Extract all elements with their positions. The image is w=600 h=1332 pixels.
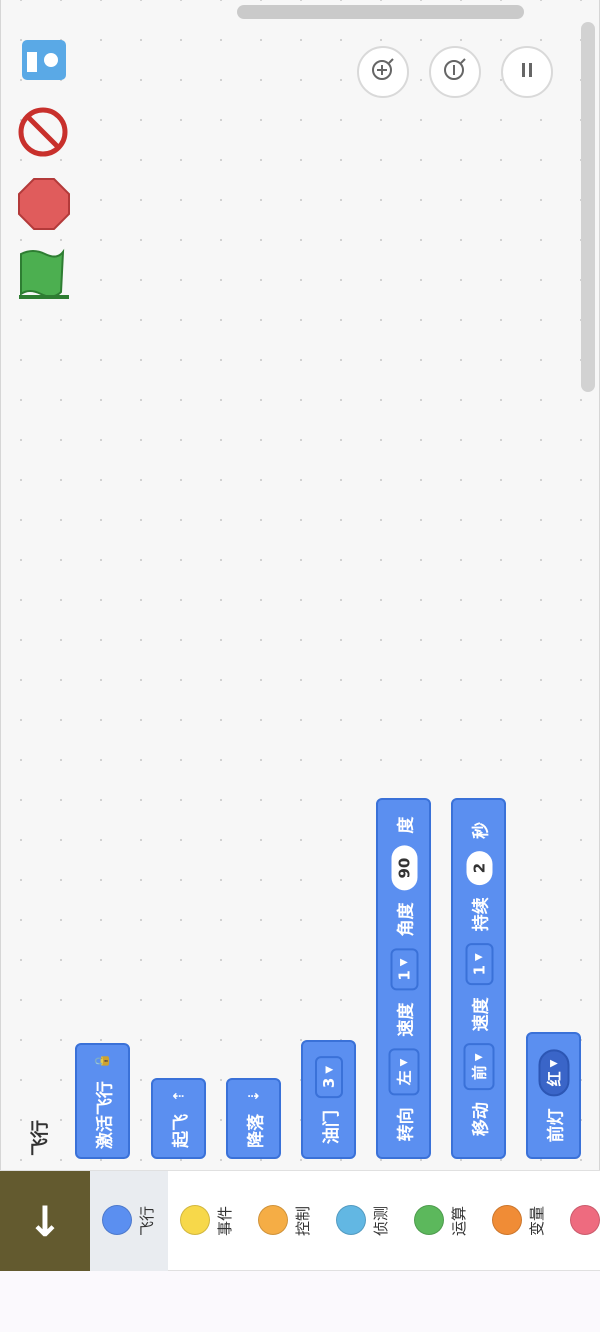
throttle-dropdown[interactable]: 3 ▼: [314, 1055, 343, 1098]
chevron-down-icon: ▼: [473, 952, 484, 961]
stop-icon[interactable]: [17, 177, 71, 235]
category-tab[interactable]: 飞行: [90, 1171, 168, 1271]
category-tab[interactable]: 变量: [480, 1171, 558, 1271]
vertical-scrollbar[interactable]: [581, 22, 595, 392]
throttle-value: 3: [319, 1077, 338, 1088]
move-block[interactable]: 移动 前 ▼ 速度 1 ▼ 持续 2 秒: [451, 798, 506, 1159]
unlock-icon: 🔓: [95, 1052, 110, 1070]
duration-label: 持续: [471, 896, 491, 931]
angle-input[interactable]: 90: [390, 845, 417, 891]
speed-label: 速度: [471, 996, 491, 1031]
block-label: 油门: [321, 1109, 341, 1144]
angle-unit: 度: [396, 816, 416, 834]
angle-label: 角度: [396, 902, 416, 937]
block-label: 降落: [246, 1113, 266, 1148]
category-label: [594, 1209, 600, 1233]
code-workspace[interactable]: 飞行 激活飞行 🔓 起飞 ⇡ 降落 ⇣ 油门 3 ▼ 转向 左 ▼ 速度 1 ▼…: [0, 0, 600, 1172]
turn-speed-dropdown[interactable]: 1 ▼: [389, 948, 418, 991]
block-label: 转向: [396, 1106, 416, 1141]
category-tab[interactable]: 侦测: [324, 1171, 402, 1271]
category-title: 飞行: [30, 1120, 51, 1156]
category-tab[interactable]: [558, 1171, 600, 1271]
prohibit-icon[interactable]: [17, 106, 69, 162]
land-icon: ⇣: [245, 1089, 262, 1102]
category-label: 控制: [293, 1205, 312, 1236]
color-value: 红: [545, 1070, 563, 1086]
headlight-block[interactable]: 前灯 红 ▼: [526, 1032, 581, 1159]
turn-direction-dropdown[interactable]: 左 ▼: [388, 1048, 419, 1095]
speed-label: 速度: [396, 1002, 416, 1037]
turn-block[interactable]: 转向 左 ▼ 速度 1 ▼ 角度 90 度: [376, 798, 431, 1159]
block-label: 激活飞行: [95, 1081, 115, 1150]
move-direction-dropdown[interactable]: 前 ▼: [463, 1042, 494, 1090]
horizontal-scrollbar[interactable]: [237, 5, 524, 19]
takeoff-icon: ⇡: [170, 1089, 187, 1102]
zoom-in-icon: [368, 55, 398, 89]
throttle-block[interactable]: 油门 3 ▼: [301, 1040, 356, 1159]
arrow-down-icon: ↓: [27, 1196, 63, 1246]
category-label: 事件: [215, 1205, 234, 1236]
speed-value: 1: [469, 964, 488, 975]
headlight-color-dropdown[interactable]: 红 ▼: [538, 1049, 569, 1096]
chevron-down-icon: ▼: [398, 1058, 409, 1066]
pause-button[interactable]: [501, 46, 553, 98]
category-label: 飞行: [137, 1205, 156, 1236]
move-speed-dropdown[interactable]: 1 ▼: [464, 942, 493, 985]
category-tab[interactable]: 事件: [168, 1171, 246, 1271]
chevron-down-icon: ▼: [548, 1059, 559, 1067]
category-tab[interactable]: 运算: [402, 1171, 480, 1271]
zoom-in-button[interactable]: [357, 46, 409, 98]
block-label: 移动: [471, 1101, 491, 1136]
device-card-icon[interactable]: [21, 38, 67, 86]
pause-icon: [515, 58, 539, 86]
land-block[interactable]: 降落 ⇣: [226, 1078, 281, 1159]
category-label: 运算: [449, 1205, 468, 1236]
flag-icon[interactable]: [17, 248, 71, 308]
category-tab[interactable]: 控制: [246, 1171, 324, 1271]
collapse-button[interactable]: ↓: [0, 1171, 90, 1271]
direction-value: 前: [470, 1064, 488, 1080]
block-label: 起飞: [171, 1113, 191, 1148]
duration-unit: 秒: [471, 821, 491, 839]
chevron-down-icon: ▼: [398, 958, 409, 966]
category-label: 变量: [527, 1205, 546, 1236]
chevron-down-icon: ▼: [473, 1052, 484, 1061]
category-label: 侦测: [371, 1205, 390, 1236]
speed-value: 1: [394, 969, 413, 981]
category-bar: ↓ 飞行 事件 控制 侦测 运算 变量: [0, 1170, 600, 1271]
duration-input[interactable]: 2: [465, 850, 492, 885]
direction-value: 左: [395, 1069, 413, 1085]
zoom-out-button[interactable]: [429, 46, 481, 98]
zoom-out-icon: [440, 55, 470, 89]
activate-flight-block[interactable]: 激活飞行 🔓: [75, 1043, 130, 1159]
block-label: 前灯: [546, 1107, 566, 1142]
chevron-down-icon: ▼: [323, 1065, 334, 1074]
takeoff-block[interactable]: 起飞 ⇡: [151, 1078, 206, 1159]
